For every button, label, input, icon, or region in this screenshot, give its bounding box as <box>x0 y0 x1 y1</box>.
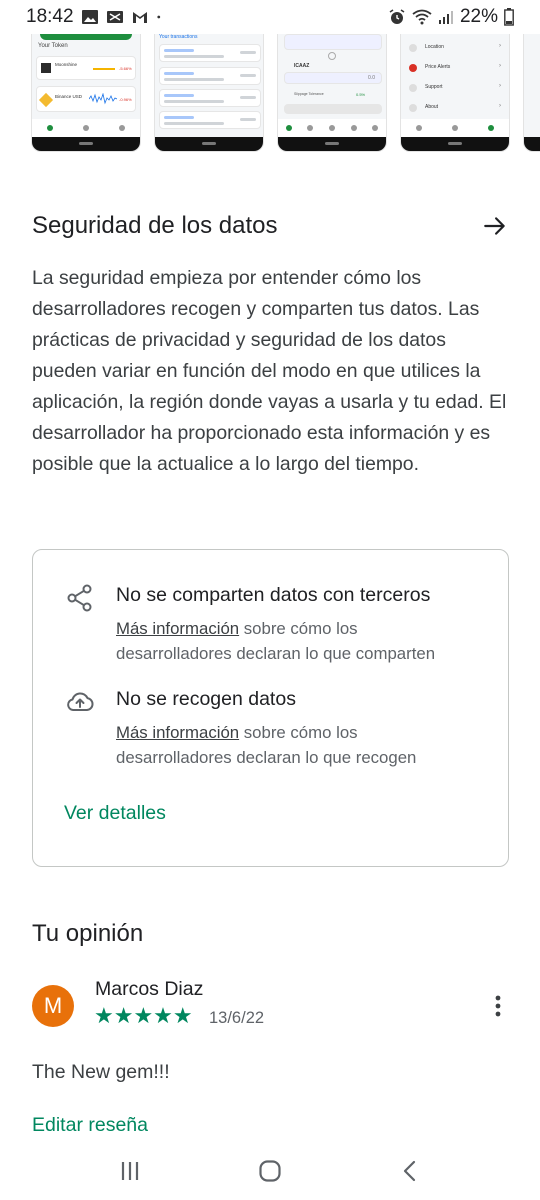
recent-apps-icon <box>121 1162 139 1180</box>
screenshot-4[interactable]: Location › Price Alerts › Support › About › <box>400 34 510 152</box>
slippage-value: 0.5% <box>356 92 366 97</box>
review-date: 13/6/22 <box>209 1009 265 1027</box>
review-author: Marcos Diaz <box>95 978 204 1000</box>
screenshot-1[interactable]: Your Token Moonshine -5.66% Binance USD … <box>31 34 141 152</box>
settings-item-label: Price Alerts <box>425 64 451 70</box>
screenshot-header-bar <box>40 34 132 40</box>
screenshot-nav <box>401 137 509 151</box>
transaction-card <box>159 89 261 107</box>
token-logo <box>38 92 54 108</box>
review-stars: ★★★★★ <box>94 1003 193 1028</box>
more-options-icon[interactable] <box>490 994 506 1018</box>
settings-item: Location › <box>407 40 505 60</box>
data-safety-item-subtext: Más información sobre cómo los desarroll… <box>116 616 496 666</box>
screenshot-2[interactable]: Your transactions <box>154 34 264 152</box>
screenshot-tabbar <box>401 119 509 137</box>
alarm-icon <box>389 9 405 24</box>
transaction-card <box>159 67 261 85</box>
token-name: Moonshine <box>55 62 78 67</box>
token-sparkline <box>89 93 117 105</box>
edit-review-link[interactable]: Editar reseña <box>32 1114 148 1137</box>
more-info-link[interactable]: Más información <box>116 619 239 638</box>
settings-item-label: Support <box>425 84 443 90</box>
screenshot-nav <box>278 137 386 151</box>
share-icon <box>67 584 92 612</box>
data-safety-card: No se comparten datos con terceros Más i… <box>32 549 509 867</box>
screenshot-nav <box>155 137 263 151</box>
status-time: 18:42 <box>26 6 74 27</box>
signal-icon <box>438 11 453 24</box>
token-change: -0.96% <box>119 97 132 102</box>
screenshot-nav <box>32 137 140 151</box>
transaction-card <box>159 44 261 62</box>
subtext-line1: sobre cómo los <box>239 723 358 742</box>
screenshot-token-card: Moonshine -5.66% <box>36 56 136 80</box>
swap-arrow-icon <box>328 52 336 60</box>
screenshot-3[interactable]: ICAAZ 0.0 Slippage Tolerance 0.5% <box>277 34 387 152</box>
subtext-line2: desarrolladores declaran lo que recogen <box>116 748 417 767</box>
avatar: M <box>32 985 74 1027</box>
image-icon <box>81 10 98 24</box>
more-info-link[interactable]: Más información <box>116 723 239 742</box>
recent-apps-button[interactable] <box>110 1151 150 1191</box>
battery-percent: 22% <box>459 6 498 27</box>
swap-ticker: ICAAZ <box>294 63 310 69</box>
voicemail-icon <box>106 11 123 23</box>
transaction-card <box>159 111 261 129</box>
swap-value: 0.0 <box>368 75 375 81</box>
token-name: Binance USD <box>55 94 83 99</box>
gmail-icon <box>132 12 147 23</box>
screenshot-5[interactable] <box>523 34 540 152</box>
settings-item: Support › <box>407 80 505 100</box>
subtext-line1: sobre cómo los <box>239 619 358 638</box>
screenshot-token-card: Binance USD -0.96% <box>36 86 136 112</box>
back-icon <box>403 1160 416 1182</box>
battery-icon <box>504 8 514 26</box>
slippage-label: Slippage Tolerance <box>294 92 324 96</box>
home-icon <box>259 1160 281 1182</box>
back-button[interactable] <box>390 1151 430 1191</box>
settings-item-label: About <box>425 104 439 110</box>
swap-card <box>284 34 382 50</box>
screenshot-carousel[interactable]: Your Token Moonshine -5.66% Binance USD … <box>0 34 540 154</box>
screenshot-label: Your Token <box>38 43 68 49</box>
screenshot-tabbar <box>278 119 386 137</box>
screenshot-nav <box>524 137 540 151</box>
data-safety-item-subtext: Más información sobre cómo los desarroll… <box>116 720 496 770</box>
token-sparkline <box>93 68 115 70</box>
system-navigation-bar <box>0 1142 540 1200</box>
review-text: The New gem!!! <box>32 1061 170 1083</box>
token-logo <box>41 63 51 73</box>
swap-button <box>284 104 382 114</box>
screenshot-label: Your transactions <box>159 34 198 40</box>
settings-item-label: Location <box>425 44 444 50</box>
swap-input: 0.0 <box>284 72 382 84</box>
screenshot-tabbar <box>32 119 140 137</box>
token-change: -5.66% <box>119 66 132 71</box>
data-safety-item-heading: No se comparten datos con terceros <box>116 584 431 606</box>
data-safety-item-heading: No se recogen datos <box>116 688 296 710</box>
wifi-icon <box>412 9 432 25</box>
your-review-title: Tu opinión <box>32 920 144 947</box>
dot-icon <box>156 15 160 19</box>
settings-list: Location › Price Alerts › Support › About › <box>407 40 505 120</box>
subtext-line2: desarrolladores declaran lo que comparte… <box>116 644 436 663</box>
home-button[interactable] <box>250 1151 290 1191</box>
status-bar: 18:42 22% <box>0 0 540 34</box>
data-safety-header[interactable]: Seguridad de los datos <box>32 206 508 246</box>
arrow-right-icon[interactable] <box>482 213 508 239</box>
settings-item: Price Alerts › <box>407 60 505 80</box>
cloud-upload-icon <box>67 692 94 711</box>
data-safety-title: Seguridad de los datos <box>32 212 278 239</box>
settings-item: About › <box>407 100 505 120</box>
data-safety-description: La seguridad empieza por entender cómo l… <box>32 267 507 475</box>
see-details-link[interactable]: Ver detalles <box>64 802 166 825</box>
